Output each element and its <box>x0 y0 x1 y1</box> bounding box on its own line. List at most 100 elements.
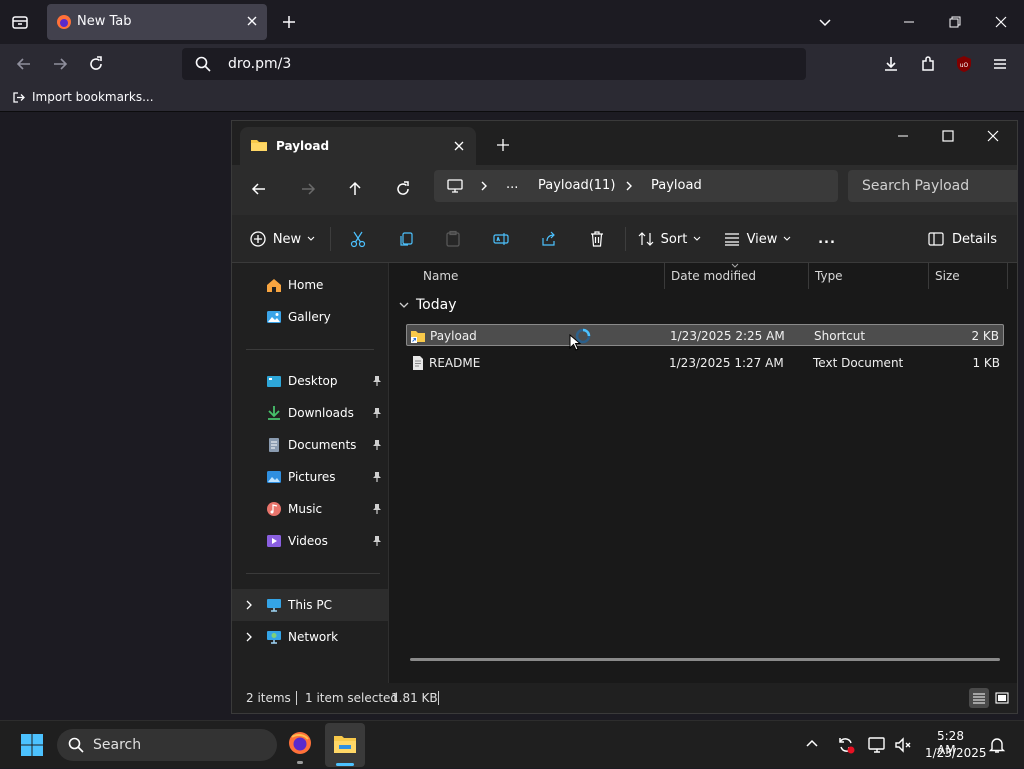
ublock-icon[interactable]: uO <box>955 55 973 73</box>
column-separator[interactable] <box>664 263 665 289</box>
active-indicator <box>336 763 354 766</box>
firefox-icon <box>288 731 314 755</box>
group-header-label: Today <box>416 297 457 313</box>
nav-item-downloads[interactable]: Downloads <box>232 397 388 429</box>
share-button[interactable] <box>533 223 565 255</box>
details-pane-button[interactable]: Details <box>922 223 1002 255</box>
chevron-right-icon[interactable] <box>478 180 490 192</box>
column-separator[interactable] <box>928 263 929 289</box>
file-type: Shortcut <box>814 329 866 343</box>
column-header-size[interactable]: Size <box>935 269 960 283</box>
up-icon[interactable] <box>346 180 364 198</box>
extensions-icon[interactable] <box>919 55 937 73</box>
delete-button[interactable] <box>581 223 613 255</box>
file-row[interactable]: README 1/23/2025 1:27 AM Text Document 1… <box>406 352 1004 374</box>
show-hidden-icons-button[interactable] <box>805 737 819 751</box>
file-date: 1/23/2025 2:25 AM <box>670 329 785 343</box>
back-icon[interactable] <box>250 180 268 198</box>
paste-button[interactable] <box>437 223 469 255</box>
chevron-right-icon[interactable] <box>244 599 254 611</box>
nav-item-label: Videos <box>288 534 328 548</box>
more-options-button[interactable]: ... <box>810 223 844 255</box>
close-window-icon[interactable] <box>994 15 1008 29</box>
sort-button-label: Sort <box>660 231 688 247</box>
tab-list-icon[interactable] <box>10 12 30 32</box>
downloads-toolbar-icon[interactable] <box>882 55 900 73</box>
breadcrumb-current[interactable]: Payload <box>651 178 702 193</box>
pin-icon <box>372 471 382 483</box>
maximize-icon[interactable] <box>941 129 955 143</box>
forward-icon[interactable] <box>299 180 317 198</box>
back-icon[interactable] <box>15 55 33 73</box>
nav-item-this-pc[interactable]: This PC <box>232 589 388 621</box>
nav-item-desktop[interactable]: Desktop <box>232 365 388 397</box>
horizontal-scrollbar[interactable] <box>410 658 1000 661</box>
volume-muted-icon[interactable] <box>893 735 913 755</box>
rename-button[interactable] <box>485 223 517 255</box>
restore-icon[interactable] <box>948 15 962 29</box>
videos-icon <box>266 533 282 549</box>
forward-icon[interactable] <box>51 55 69 73</box>
file-explorer-icon <box>333 733 357 755</box>
explorer-tab[interactable]: Payload <box>240 127 476 165</box>
clock[interactable]: 5:28 AM 1/23/2025 <box>920 721 987 769</box>
list-all-tabs-icon[interactable] <box>817 14 833 30</box>
minimize-icon[interactable] <box>902 15 916 29</box>
new-tab-icon[interactable] <box>281 14 297 30</box>
explorer-search-input[interactable]: Search Payload <box>848 170 1018 202</box>
view-button[interactable]: View <box>722 223 792 255</box>
new-tab-icon[interactable] <box>496 138 510 152</box>
column-header-name[interactable]: Name <box>423 269 458 283</box>
details-view-button[interactable] <box>969 688 989 708</box>
nav-item-gallery[interactable]: Gallery <box>232 301 388 333</box>
url-text[interactable]: dro.pm/3 <box>228 56 291 72</box>
column-header-date[interactable]: Date modified <box>671 269 756 283</box>
reload-icon[interactable] <box>87 55 105 73</box>
browser-tab[interactable]: New Tab <box>47 4 267 40</box>
refresh-icon[interactable] <box>394 180 412 198</box>
nav-item-pictures[interactable]: Pictures <box>232 461 388 493</box>
nav-item-documents[interactable]: Documents <box>232 429 388 461</box>
network-icon <box>266 629 282 645</box>
nav-item-label: This PC <box>288 598 332 612</box>
breadcrumb-parent[interactable]: Payload(11) <box>538 178 615 193</box>
cut-button[interactable] <box>342 223 374 255</box>
column-separator[interactable] <box>1007 263 1008 289</box>
import-bookmarks-label: Import bookmarks... <box>32 90 154 104</box>
new-button[interactable]: New <box>246 223 318 255</box>
sync-status-icon[interactable] <box>836 735 856 755</box>
breadcrumb-overflow[interactable]: ... <box>506 177 518 192</box>
network-status-icon[interactable] <box>867 735 887 755</box>
taskbar-explorer-button[interactable] <box>325 723 365 767</box>
chevron-down-icon <box>398 300 410 310</box>
windows-logo-icon <box>20 733 44 757</box>
minimize-icon[interactable] <box>896 129 910 143</box>
search-placeholder: Search Payload <box>862 178 970 194</box>
taskbar-search-box[interactable]: Search <box>57 729 277 761</box>
nav-item-videos[interactable]: Videos <box>232 525 388 557</box>
tiles-view-button[interactable] <box>992 688 1012 708</box>
chevron-right-icon[interactable] <box>244 631 254 643</box>
close-window-icon[interactable] <box>986 129 1000 143</box>
close-tab-icon[interactable] <box>452 139 466 153</box>
start-button[interactable] <box>20 733 44 757</box>
sort-button[interactable]: Sort <box>636 223 702 255</box>
nav-item-label: Home <box>288 278 324 292</box>
nav-item-network[interactable]: Network <box>232 621 388 653</box>
group-header-today[interactable]: Today <box>398 297 457 313</box>
taskbar-firefox-button[interactable] <box>288 731 314 764</box>
chevron-right-icon[interactable] <box>623 180 635 192</box>
column-header-type[interactable]: Type <box>815 269 843 283</box>
notifications-icon[interactable] <box>988 736 1006 754</box>
nav-item-music[interactable]: Music <box>232 493 388 525</box>
navigation-pane: Home Gallery Desktop Downloads Documents… <box>232 263 389 683</box>
menu-icon[interactable] <box>991 55 1009 73</box>
file-row[interactable]: Payload 1/23/2025 2:25 AM Shortcut 2 KB <box>406 324 1004 346</box>
close-tab-icon[interactable] <box>245 14 259 28</box>
nav-item-home[interactable]: Home <box>232 269 388 301</box>
url-bar[interactable]: dro.pm/3 <box>182 48 806 80</box>
column-separator[interactable] <box>808 263 809 289</box>
address-bar[interactable]: ... Payload(11) Payload <box>434 170 838 202</box>
import-bookmarks-link[interactable]: Import bookmarks... <box>12 90 154 104</box>
copy-button[interactable] <box>390 223 422 255</box>
